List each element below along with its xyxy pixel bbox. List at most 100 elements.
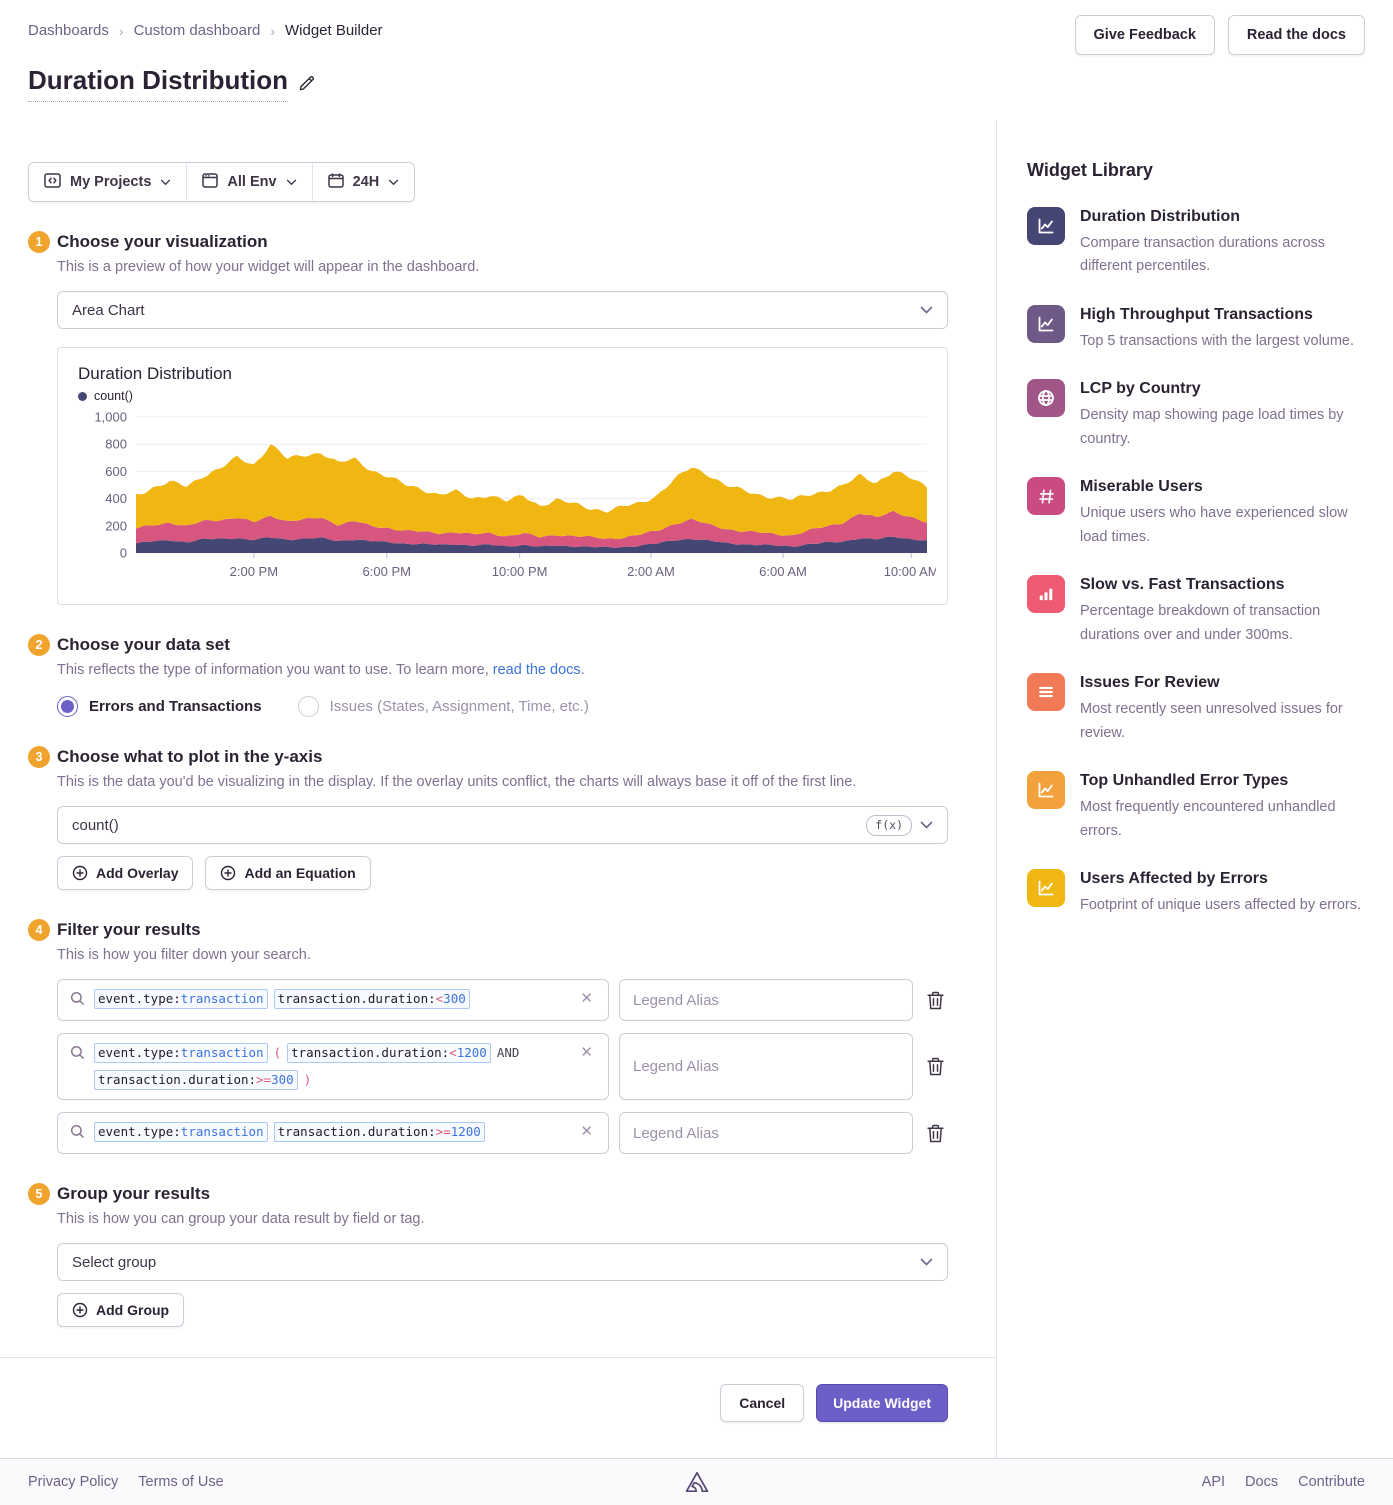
- breadcrumb-dashboards[interactable]: Dashboards: [28, 22, 109, 39]
- widget-library-item-description: Most frequently encountered unhandled er…: [1080, 796, 1365, 843]
- search-token[interactable]: event.type:transaction: [94, 1043, 268, 1063]
- widget-library-item-title: Miserable Users: [1080, 478, 1365, 496]
- widget-library-item-title: Users Affected by Errors: [1080, 870, 1361, 888]
- page-filter-bar: My Projects All Env: [28, 162, 415, 202]
- cancel-button[interactable]: Cancel: [720, 1384, 804, 1422]
- widget-type-icon: [1027, 575, 1065, 613]
- chevron-right-icon: ›: [119, 23, 124, 39]
- window-icon: [202, 173, 218, 192]
- search-conditions-input[interactable]: event.type:transaction transaction.durati…: [57, 1112, 609, 1154]
- widget-library-item-description: Most recently seen unresolved issues for…: [1080, 698, 1365, 745]
- visualization-type-select[interactable]: Area Chart: [57, 291, 948, 329]
- filter-condition-row: event.type:transaction transaction.durati…: [57, 1112, 948, 1154]
- radio-selected-icon[interactable]: [57, 696, 78, 717]
- chevron-down-icon: [286, 179, 297, 186]
- search-conditions-input[interactable]: event.type:transaction(transaction.durat…: [57, 1033, 609, 1100]
- dataset-option-issues[interactable]: Issues (States, Assignment, Time, etc.): [298, 696, 589, 717]
- widget-library-item[interactable]: High Throughput Transactions Top 5 trans…: [1027, 305, 1365, 353]
- widget-library-item[interactable]: Top Unhandled Error Types Most frequentl…: [1027, 771, 1365, 843]
- yaxis-field-value: count(): [72, 817, 119, 834]
- widget-library-item-title: Duration Distribution: [1080, 208, 1365, 226]
- widget-type-icon: [1027, 207, 1065, 245]
- search-conditions-input[interactable]: event.type:transaction transaction.durati…: [57, 979, 609, 1021]
- yaxis-field-select[interactable]: count() f(x): [57, 806, 948, 844]
- breadcrumb-custom-dashboard[interactable]: Custom dashboard: [134, 22, 261, 39]
- close-icon[interactable]: ✕: [577, 1123, 596, 1141]
- widget-library-item[interactable]: Miserable Users Unique users who have ex…: [1027, 477, 1365, 549]
- widget-library-item[interactable]: LCP by Country Density map showing page …: [1027, 379, 1365, 451]
- close-icon[interactable]: ✕: [577, 990, 596, 1008]
- search-token[interactable]: transaction.duration:>=300: [94, 1070, 298, 1090]
- dataset-options: Errors and Transactions Issues (States, …: [57, 696, 948, 717]
- widget-type-icon: [1027, 379, 1065, 417]
- section-group-title: Group your results: [57, 1184, 948, 1204]
- widget-library-item-description: Top 5 transactions with the largest volu…: [1080, 330, 1354, 353]
- legend-alias-input[interactable]: [619, 979, 913, 1021]
- filter-conditions-list: event.type:transaction transaction.durati…: [57, 979, 948, 1154]
- svg-text:6:00 PM: 6:00 PM: [363, 564, 411, 579]
- duration-distribution-chart: 02004006008001,0002:00 PM6:00 PM10:00 PM…: [78, 409, 936, 593]
- svg-text:10:00 AM: 10:00 AM: [884, 564, 936, 579]
- group-select[interactable]: Select group: [57, 1243, 948, 1281]
- time-range-filter[interactable]: 24H: [312, 163, 415, 201]
- project-filter[interactable]: My Projects: [29, 163, 186, 201]
- boolean-operator-text: AND: [497, 1044, 520, 1062]
- form-action-bar: Cancel Update Widget: [0, 1357, 996, 1428]
- dataset-option-errors-transactions[interactable]: Errors and Transactions: [57, 696, 262, 717]
- radio-unselected-icon[interactable]: [298, 696, 319, 717]
- svg-text:0: 0: [120, 546, 127, 561]
- group-select-value: Select group: [72, 1254, 156, 1271]
- legend-alias-input[interactable]: [619, 1033, 913, 1100]
- projects-icon: [44, 173, 61, 192]
- plus-circle-icon: [220, 865, 236, 881]
- time-range-filter-label: 24H: [353, 174, 380, 190]
- environment-filter[interactable]: All Env: [186, 163, 311, 201]
- add-group-button[interactable]: Add Group: [57, 1293, 184, 1327]
- chevron-down-icon: [920, 821, 933, 829]
- breadcrumb-widget-builder: Widget Builder: [285, 22, 383, 39]
- widget-library-item-title: LCP by Country: [1080, 380, 1365, 398]
- widget-library-panel: Widget Library Duration Distribution Com…: [997, 120, 1393, 1458]
- page-title: Duration Distribution: [28, 65, 1365, 102]
- sentry-logo[interactable]: [685, 1471, 709, 1493]
- close-icon[interactable]: ✕: [577, 1044, 596, 1062]
- chart-legend[interactable]: count(): [78, 389, 947, 403]
- update-widget-button[interactable]: Update Widget: [816, 1384, 948, 1422]
- section-yaxis-subtitle: This is the data you'd be visualizing in…: [57, 774, 948, 790]
- section-yaxis: 3 Choose what to plot in the y-axis This…: [28, 747, 948, 890]
- search-icon: [70, 1045, 85, 1065]
- chevron-down-icon: [388, 179, 399, 186]
- widget-library-title: Widget Library: [1027, 160, 1365, 181]
- search-token[interactable]: transaction.duration:<300: [274, 989, 470, 1009]
- widget-library-item[interactable]: Users Affected by Errors Footprint of un…: [1027, 869, 1365, 917]
- widget-library-item[interactable]: Slow vs. Fast Transactions Percentage br…: [1027, 575, 1365, 647]
- give-feedback-button[interactable]: Give Feedback: [1075, 15, 1215, 55]
- visualization-type-value: Area Chart: [72, 302, 145, 319]
- search-token[interactable]: event.type:transaction: [94, 1122, 268, 1142]
- read-the-docs-link[interactable]: read the docs: [493, 662, 581, 678]
- chevron-right-icon: ›: [270, 23, 275, 39]
- filter-condition-row: event.type:transaction transaction.durati…: [57, 979, 948, 1021]
- add-equation-button[interactable]: Add an Equation: [205, 856, 370, 890]
- page-footer: Privacy Policy Terms of Use API Docs Con…: [0, 1458, 1393, 1505]
- widget-library-list: Duration Distribution Compare transactio…: [1027, 207, 1365, 918]
- search-token[interactable]: transaction.duration:<1200: [287, 1043, 491, 1063]
- search-token[interactable]: transaction.duration:>=1200: [274, 1122, 485, 1142]
- section-filter-subtitle: This is how you filter down your search.: [57, 947, 948, 963]
- widget-library-item[interactable]: Issues For Review Most recently seen unr…: [1027, 673, 1365, 745]
- search-token[interactable]: event.type:transaction: [94, 989, 268, 1009]
- widget-type-icon: [1027, 305, 1065, 343]
- add-overlay-button[interactable]: Add Overlay: [57, 856, 193, 890]
- pencil-icon[interactable]: [298, 75, 315, 92]
- widget-library-item[interactable]: Duration Distribution Compare transactio…: [1027, 207, 1365, 279]
- header-actions: Give Feedback Read the docs: [1075, 15, 1365, 55]
- trash-icon[interactable]: [923, 1053, 948, 1080]
- trash-icon[interactable]: [923, 987, 948, 1014]
- legend-alias-input[interactable]: [619, 1112, 913, 1154]
- environment-filter-label: All Env: [227, 174, 276, 190]
- widget-type-icon: [1027, 869, 1065, 907]
- trash-icon[interactable]: [923, 1120, 948, 1147]
- section-filter-title: Filter your results: [57, 920, 948, 940]
- legend-dot: [78, 392, 87, 401]
- read-docs-button[interactable]: Read the docs: [1228, 15, 1365, 55]
